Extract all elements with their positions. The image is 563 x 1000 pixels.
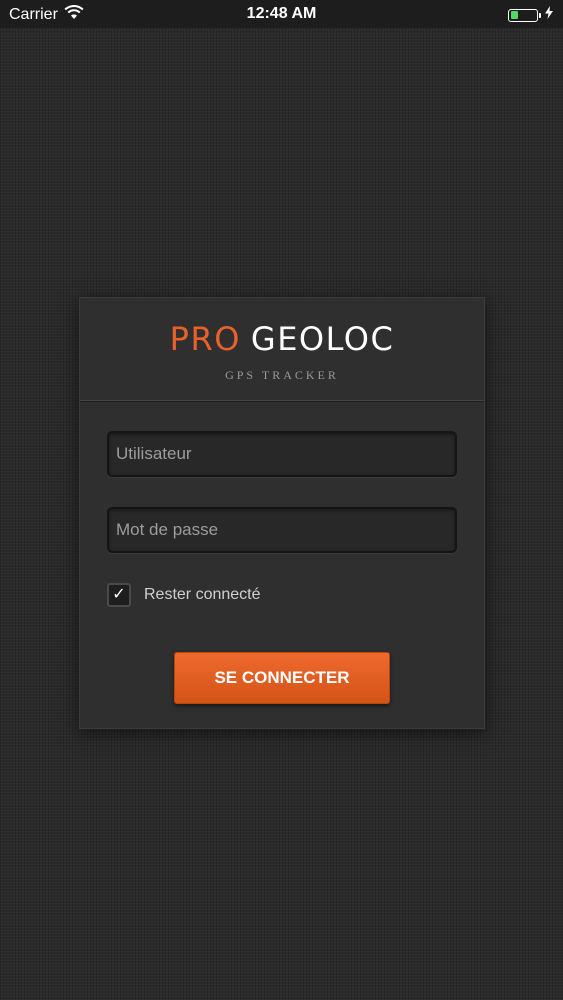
card-header: PRO GEOLOC GPS TRACKER [80,298,484,401]
battery-cap [539,12,541,18]
login-button[interactable]: SE CONNECTER [174,652,390,704]
tagline: GPS TRACKER [225,368,339,382]
username-input[interactable] [109,433,455,475]
status-bar: Carrier 12:48 AM [0,0,563,28]
battery-icon [508,8,538,22]
remember-me[interactable]: ✓ Rester connecté [107,583,261,607]
status-right [508,6,553,24]
status-time: 12:48 AM [246,5,317,22]
login-card: PROGEOLOC GPS TRACKER ✓ Rester connecté … [79,297,485,729]
checkmark-icon: ✓ [112,586,126,603]
brand-pro: PRO [169,320,241,358]
brand-logo: PRO GEOLOC [80,320,484,358]
password-input[interactable] [109,509,455,551]
charging-bolt-icon [545,6,553,24]
password-field[interactable] [107,507,457,553]
remember-label[interactable]: Rester connecté [144,586,261,604]
remember-checkbox[interactable]: ✓ [107,583,131,607]
brand-geoloc: GEOLOC [250,320,395,358]
battery-level [510,11,518,19]
username-field[interactable] [107,431,457,477]
